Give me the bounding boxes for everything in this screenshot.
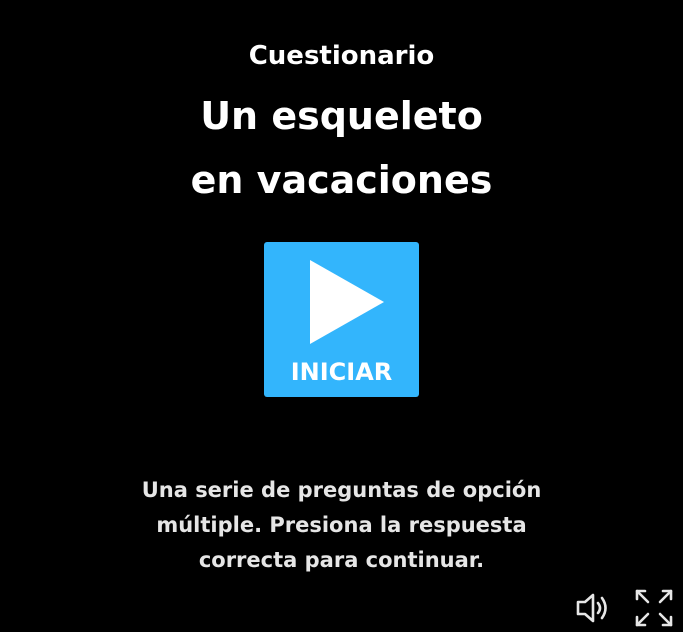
speaker-icon <box>576 593 607 623</box>
quiz-title: Un esqueleto en vacaciones <box>0 84 683 212</box>
fullscreen-button[interactable] <box>634 588 674 628</box>
quiz-title-line-1: Un esqueleto <box>200 94 483 138</box>
start-button[interactable]: INICIAR <box>264 242 419 397</box>
sound-toggle-button[interactable] <box>574 588 614 628</box>
description-line-1: Una serie de preguntas de opción <box>141 478 542 502</box>
play-icon <box>310 260 384 344</box>
fullscreen-icon <box>635 589 673 627</box>
description-line-3: correcta para continuar. <box>198 548 485 572</box>
quiz-description: Una serie de preguntas de opción múltipl… <box>0 473 683 578</box>
description-line-2: múltiple. Presiona la respuesta <box>156 513 527 537</box>
start-button-label: INICIAR <box>290 358 393 386</box>
quiz-title-line-2: en vacaciones <box>190 158 493 202</box>
quiz-type-label: Cuestionario <box>248 41 435 71</box>
